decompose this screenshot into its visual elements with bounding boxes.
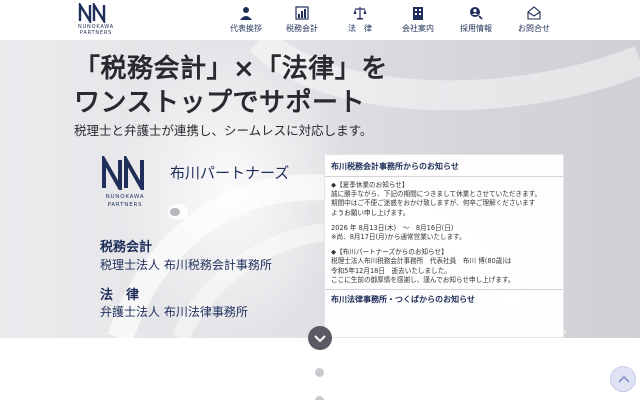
nav-label: 会社案内 <box>402 24 434 33</box>
logo-mark-icon <box>78 3 106 23</box>
slider-dot[interactable] <box>315 368 324 377</box>
scroll-down-button[interactable] <box>308 326 332 350</box>
notice-heading-law[interactable]: 布川法律事務所・つくばからのお知らせ <box>325 289 563 309</box>
logo-text-bottom: PARTNERS <box>79 30 113 36</box>
notice-dates: 2026 年 8月13日(木) ～ 8月16日(日) <box>331 223 454 232</box>
chart-icon <box>295 6 309 20</box>
nav-item-recruit[interactable]: 採用情報 <box>456 6 496 36</box>
nav-item-company[interactable]: 会社案内 <box>398 6 438 36</box>
nav-label: 法 律 <box>348 24 372 33</box>
search-person-icon <box>470 7 483 20</box>
notice-line: ようお願い申し上げます。 <box>331 208 410 217</box>
chevron-down-icon <box>314 335 326 343</box>
notice-line: 税理士法人布川税務会計事務所 代表社員 布川 博(80歳)は <box>331 257 512 266</box>
notice-line: 令和5年12月18日 逝去いたしました。 <box>331 266 451 275</box>
chevron-up-icon <box>618 375 630 383</box>
mail-icon <box>527 6 541 20</box>
notice-item-title: ◆【夏季休業のお知らせ】 <box>331 181 409 189</box>
nav-label: 採用情報 <box>460 24 492 33</box>
nav-item-contact[interactable]: お問合せ <box>514 6 554 36</box>
nav-label: 代表挨拶 <box>230 24 262 33</box>
hero-section: 「税務会計」×「法律」を ワンストップでサポート 税理士と弁護士が連携し、シーム… <box>0 40 640 338</box>
nav-label: お問合せ <box>518 24 550 33</box>
section-title-law[interactable]: 法 律 <box>100 284 139 303</box>
notice-body: ◆【夏季休業のお知らせ】 誠に勝手ながら、下記の期間につきまして休業とさせていた… <box>325 177 563 289</box>
brand-logo-text-top: NUNOKAWA <box>105 194 145 200</box>
slider-dot[interactable] <box>315 396 324 400</box>
hero-headline: 「税務会計」×「法律」を ワンストップでサポート <box>74 52 388 120</box>
brand-logo-mark-icon <box>102 152 144 196</box>
back-to-top-button[interactable] <box>610 366 636 392</box>
brand-name: 布川パートナーズ <box>170 164 290 182</box>
section-title-tax[interactable]: 税務会計 <box>100 236 152 255</box>
section-sub-law[interactable]: 弁護士法人 布川法律事務所 <box>100 303 248 320</box>
person-icon <box>240 7 252 20</box>
scales-icon <box>353 7 367 20</box>
notice-heading[interactable]: 布川税務会計事務所からのお知らせ <box>325 155 563 177</box>
site-logo[interactable]: NUNOKAWA PARTNERS <box>74 3 114 37</box>
site-header: NUNOKAWA PARTNERS 代表挨拶 税務会計 法 律 会社案内 採用情… <box>0 0 640 40</box>
nav-item-law[interactable]: 法 律 <box>342 6 378 36</box>
notice-panel: 布川税務会計事務所からのお知らせ ◆【夏季休業のお知らせ】 誠に勝手ながら、下記… <box>324 154 564 338</box>
nav-item-tax[interactable]: 税務会計 <box>282 6 322 36</box>
headline-line-2: ワンストップでサポート <box>74 88 365 118</box>
building-icon <box>413 7 423 20</box>
nav-label: 税務会計 <box>286 24 318 33</box>
section-sub-tax[interactable]: 税理士法人 布川税務会計事務所 <box>100 256 272 273</box>
notice-line: 期間中はご不便ご迷惑をおかけ致しますが、何卒ご理解くださいます <box>331 199 536 208</box>
headline-line-1: 「税務会計」×「法律」を <box>74 54 388 84</box>
hero-subhead: 税理士と弁護士が連携し、シームレスに対応します。 <box>74 123 373 138</box>
nav-item-greeting[interactable]: 代表挨拶 <box>226 6 266 36</box>
brand-logo: NUNOKAWA PARTNERS <box>100 152 150 208</box>
brand-logo-text-bottom: PARTNERS <box>107 202 143 208</box>
notice-line: ここに生前の御厚情を感謝し、謹んでお知らせ申し上げます。 <box>331 275 515 284</box>
notice-note: ※尚、8月17日(月)から通常営業いたします。 <box>331 233 466 242</box>
